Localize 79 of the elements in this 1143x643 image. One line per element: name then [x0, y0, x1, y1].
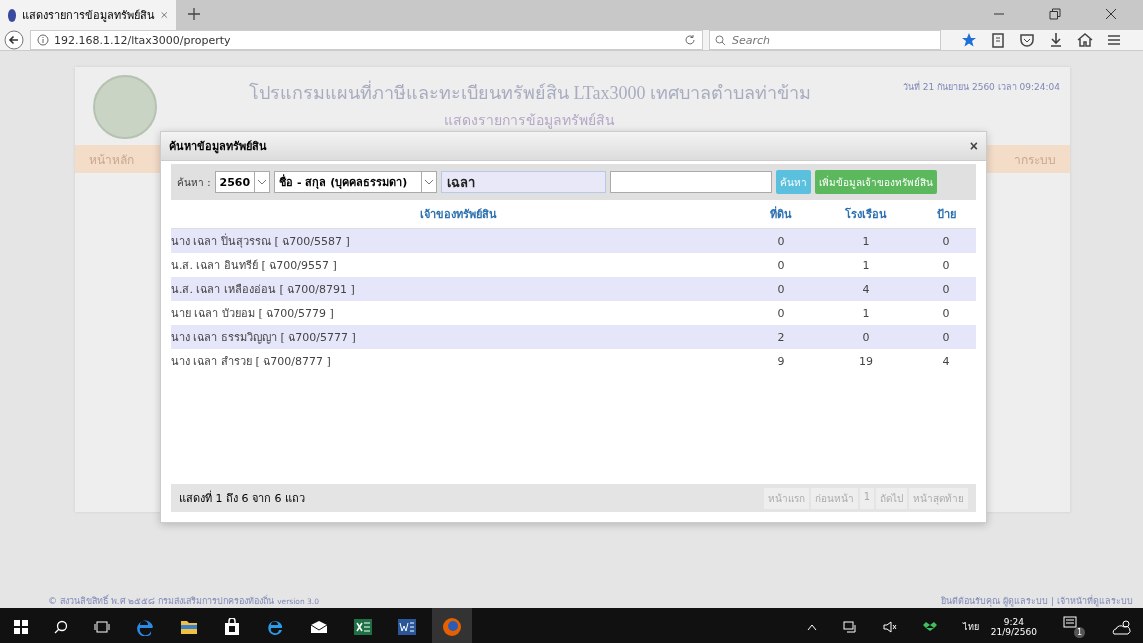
dropbox-icon[interactable] — [922, 621, 937, 633]
table-cell-text: 0 — [941, 306, 951, 320]
caret-icon — [258, 179, 267, 185]
weather-icon[interactable] — [1111, 618, 1133, 636]
table-cell-text: 0 — [941, 234, 951, 248]
table-cell-text: 9 — [776, 354, 786, 368]
language-indicator[interactable]: ไทย — [962, 620, 979, 634]
task-view-icon[interactable] — [94, 620, 110, 634]
dialog-title: ค้นหาข้อมูลทรัพย์สิน — [169, 139, 267, 155]
search-type-dropdown[interactable]: ชื่อ - สกุล (บุคคลธรรมดา) — [274, 171, 438, 193]
close-button[interactable]: × — [969, 138, 978, 154]
shield-icon[interactable] — [1019, 32, 1035, 48]
table-cell-text: นาย เฉลา บัวยอม [ ฉ700/5779 ] — [171, 306, 335, 322]
table-cell-text: 1 — [861, 258, 871, 272]
new-tab-icon[interactable] — [188, 8, 200, 20]
page-subtitle: แสดงรายการข้อมูลทรัพย์สิน — [443, 111, 617, 131]
home-icon[interactable] — [1077, 32, 1093, 48]
table-cell-text: 0 — [941, 330, 951, 344]
input-field[interactable] — [610, 171, 773, 193]
browser-tab[interactable]: แสดงรายการข้อมูลทรัพย์สิน — [0, 0, 176, 30]
table-cell-text: 4 — [861, 282, 871, 296]
shopping-bag-icon[interactable] — [224, 618, 240, 636]
column-header[interactable]: เจ้าของทรัพย์สิน — [171, 205, 746, 223]
column-header[interactable]: โรงเรือน — [816, 205, 916, 223]
table-cell-text: 2 — [776, 330, 786, 344]
chat-icon — [1063, 616, 1077, 630]
tab-title: แสดงรายการข้อมูลทรัพย์สิน — [22, 8, 156, 24]
chevron-up-icon[interactable] — [806, 623, 817, 631]
search-label: ค้นหา : — [177, 175, 211, 190]
info-icon[interactable] — [37, 34, 49, 46]
windows-logo-icon[interactable] — [14, 620, 28, 634]
reload-icon[interactable] — [684, 34, 696, 46]
page-title: โปรแกรมแผนที่ภาษีและทะเบียนทรัพย์สิน LTax3000 เทศบาลตำบลท่าข้าม — [157, 78, 903, 107]
star-icon[interactable] — [961, 32, 977, 48]
close-tab-icon[interactable] — [161, 10, 168, 20]
search-field[interactable]: Search — [709, 30, 941, 50]
table-cell-text: 1 — [861, 306, 871, 320]
address-bar[interactable]: 192.168.1.12/ltax3000/property — [30, 30, 703, 50]
table-cell-text: 0 — [776, 306, 786, 320]
column-header[interactable]: ที่ดิน — [746, 205, 816, 223]
keyword-field[interactable]: เฉลา — [441, 171, 607, 193]
table-cell-text: 4 — [941, 354, 951, 368]
table-cell-text: 1 — [861, 234, 871, 248]
table-cell-text: 0 — [776, 282, 786, 296]
restore-icon[interactable] — [1049, 8, 1061, 20]
edge-browser-icon[interactable] — [136, 618, 154, 636]
firefox-taskbar-item[interactable] — [432, 608, 472, 643]
table-cell-text: น.ส. เฉลา อินทรีย์ [ ฉ700/9557 ] — [171, 258, 338, 274]
table-cell-text: น.ส. เฉลา เหลืองอ่อน [ ฉ700/8791 ] — [171, 282, 356, 298]
download-icon[interactable] — [1048, 32, 1064, 48]
table-cell-text: 0 — [776, 258, 786, 272]
notification-button[interactable]: 1 — [1063, 616, 1085, 638]
network-icon[interactable] — [842, 621, 857, 633]
close-icon[interactable] — [1105, 8, 1117, 20]
document-icon[interactable] — [398, 619, 416, 635]
date-time: วันที่ 21 กันยายน 2560 เวลา 09:24:04 — [902, 80, 1060, 94]
clipboard-icon[interactable] — [990, 32, 1006, 48]
table-cell-text: นาง เฉลา ปิ่นสุวรรณ [ ฉ700/5587 ] — [171, 232, 351, 250]
speaker-icon[interactable] — [882, 621, 897, 633]
search-icon[interactable] — [54, 620, 68, 634]
table-cell-text: 0 — [776, 234, 786, 248]
url-text: 192.168.1.12/ltax3000/property — [54, 33, 231, 47]
clock[interactable]: 9:24 21/9/2560 — [990, 617, 1037, 637]
table-cell-text: นาง เฉลา ธรรมวิญญา [ ฉ700/5777 ] — [171, 330, 357, 346]
spreadsheet-icon[interactable] — [354, 619, 372, 635]
folder-icon[interactable] — [180, 619, 198, 635]
row-count-text: แสดงที่ 1 ถึง 6 จาก 6 แถว — [179, 489, 305, 507]
menu-icon[interactable] — [1106, 32, 1122, 48]
welcome-text: ยินดีต้อนรับคุณ ผู้ดูแลระบบ | เจ้าหน้าที่ดูแลระบบ — [941, 594, 1133, 608]
table-cell-text: 0 — [861, 330, 871, 344]
table-cell-text: 19 — [858, 354, 874, 368]
table-cell-text: 0 — [941, 258, 951, 272]
column-header[interactable]: ป้าย — [916, 205, 976, 223]
mail-icon[interactable] — [310, 620, 328, 634]
table-cell-text: 0 — [941, 282, 951, 296]
year-dropdown[interactable]: 2560 — [214, 171, 271, 193]
caret-icon — [425, 179, 434, 185]
internet-explorer-icon[interactable] — [266, 618, 284, 636]
table-cell-text: นาง เฉลา สำรวย [ ฉ700/8777 ] — [171, 354, 332, 370]
